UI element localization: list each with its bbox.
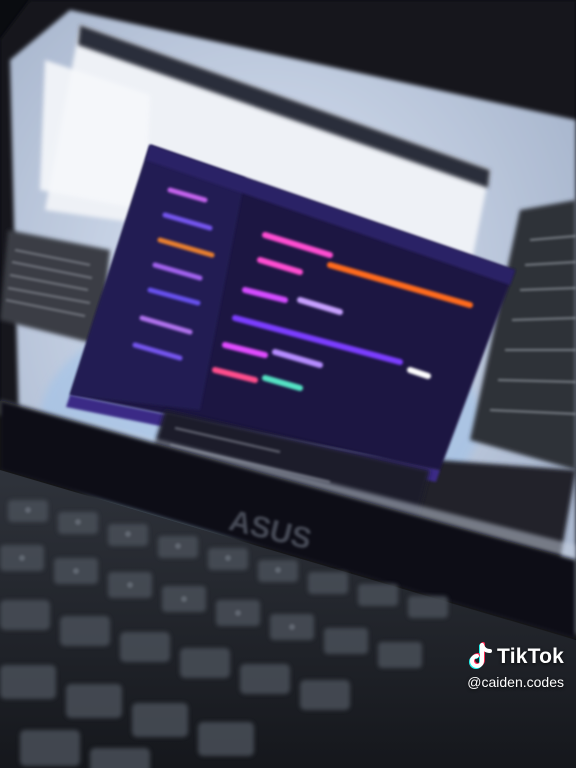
tiktok-note-icon	[469, 642, 493, 669]
tiktok-watermark: TikTok @caiden.codes	[467, 642, 564, 690]
tiktok-brand-row: TikTok	[467, 642, 564, 672]
creator-handle: @caiden.codes	[467, 674, 564, 690]
tiktok-brand: TikTok	[497, 645, 564, 668]
